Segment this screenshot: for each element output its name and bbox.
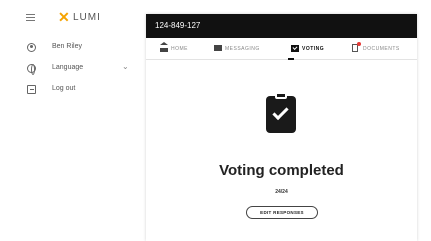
sidebar-top: ✕ LUMI [0,8,140,28]
logout-icon [27,85,36,94]
sidebar-item-logout[interactable]: Log out [0,82,140,100]
voting-status-title: Voting completed [219,162,344,179]
tab-voting-label: VOTING [302,46,325,52]
voting-icon [291,45,299,52]
user-name: Ben Riley [52,43,82,50]
meeting-id: 124-849-127 [155,21,201,30]
chevron-down-icon: ⌄ [122,62,129,71]
notification-dot [357,42,361,46]
sidebar-item-language[interactable]: Language ⌄ [0,61,140,79]
logout-label: Log out [52,85,76,92]
vote-count: 24/24 [275,189,288,195]
messaging-icon [214,45,222,51]
tab-home-label: HOME [171,46,188,52]
tab-documents-label: DOCUMENTS [363,46,400,52]
lumi-logo-mark: ✕ [58,9,70,25]
lumi-logo: ✕ LUMI [58,10,118,24]
tab-bar: HOME MESSAGING VOTING DOCUMENTS [146,38,417,60]
clipboard-check-icon [264,92,298,134]
tab-messaging-label: MESSAGING [225,46,260,52]
language-label: Language [52,64,84,71]
brand-name: LUMI [73,12,101,23]
main-panel: 124-849-127 HOME MESSAGING VOTING DOCUME… [146,14,417,241]
meeting-header: 124-849-127 [146,14,417,38]
globe-icon [27,64,36,75]
user-icon [27,43,36,52]
home-icon [160,42,168,52]
edit-responses-button[interactable]: EDIT RESPONSES [246,206,318,219]
sidebar: ✕ LUMI Ben Riley Language ⌄ Log out [0,0,140,241]
sidebar-item-user[interactable]: Ben Riley [0,40,140,58]
menu-icon[interactable] [26,14,35,21]
